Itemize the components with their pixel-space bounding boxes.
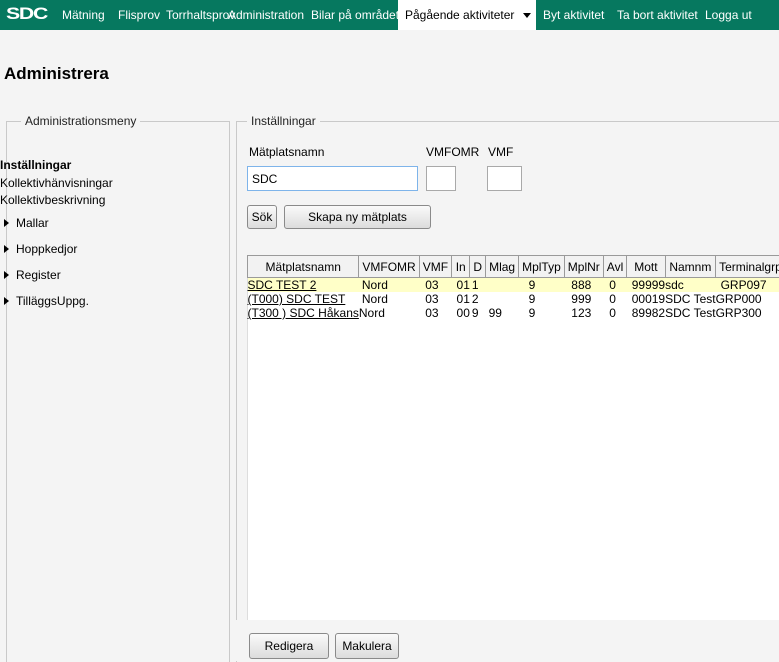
nav-torrhaltsprov[interactable]: Torrhaltsprov (166, 0, 235, 30)
menu-hoppkedjor[interactable]: Hoppkedjor (4, 242, 77, 256)
col-in[interactable]: In (452, 256, 470, 278)
cell-vmf: 03 (419, 306, 451, 320)
matplatsnamn-label: Mätplatsnamn (249, 145, 324, 159)
cell-terminalgrp: GRP097 (716, 278, 779, 293)
nav-bilar-pa-omradet[interactable]: Bilar på området (311, 0, 399, 30)
cell-d: 9 (470, 306, 486, 320)
cell-mplnr: 999 (564, 292, 603, 306)
cell-namnm: SDC Test (665, 306, 715, 320)
menu-hoppkedjor-label: Hoppkedjor (16, 242, 77, 256)
row-matplatsnamn-link[interactable]: (T000) SDC TEST (248, 292, 346, 306)
col-mlag[interactable]: Mlag (486, 256, 519, 278)
col-matplatsnamn[interactable]: Mätplatsnamn (248, 256, 359, 278)
cell-mlag (486, 292, 519, 306)
col-mpltyp[interactable]: MplTyp (519, 256, 565, 278)
cell-mlag (486, 278, 519, 293)
cell-vmf: 03 (419, 278, 451, 293)
col-vmf[interactable]: VMF (419, 256, 451, 278)
cell-mott: 00019 (627, 292, 665, 306)
table-header-row: Mätplatsnamn VMFOMR VMF In D Mlag MplTyp… (248, 256, 779, 278)
cell-in: 01 (452, 278, 470, 293)
cell-mott: 89982 (627, 306, 665, 320)
vmfomr-input[interactable] (426, 166, 456, 191)
admin-menu-legend: Administrationsmeny (21, 114, 140, 128)
cell-d: 1 (470, 278, 486, 293)
table-row[interactable]: SDC TEST 2 Nord 03 01 1 9 888 0 99999 sd… (248, 278, 779, 293)
nav-logga-ut[interactable]: Logga ut (705, 0, 752, 30)
menu-register[interactable]: Register (4, 268, 61, 282)
col-mplnr[interactable]: MplNr (564, 256, 603, 278)
row-matplatsnamn-link[interactable]: (T300 ) SDC Håkans (248, 306, 359, 320)
col-terminalgrp[interactable]: Terminalgrp (716, 256, 779, 278)
nav-active-label: Pågående aktiviteter (405, 0, 514, 30)
chevron-down-icon (523, 13, 531, 18)
results-table: Mätplatsnamn VMFOMR VMF In D Mlag MplTyp… (247, 255, 779, 320)
cell-mott: 99999 (627, 278, 665, 293)
cell-avl: 0 (603, 278, 626, 293)
cell-vmfomr: Nord (359, 292, 419, 306)
cell-namnm: SDC Test (665, 292, 715, 306)
cell-in: 00 (452, 306, 470, 320)
cell-mpltyp: 9 (519, 278, 565, 293)
cell-d: 2 (470, 292, 486, 306)
cell-avl: 0 (603, 292, 626, 306)
menu-kollektivhanvisningar[interactable]: Kollektivhänvisningar (0, 176, 113, 190)
cell-avl: 0 (603, 306, 626, 320)
nav-flisprov[interactable]: Flisprov (118, 0, 160, 30)
settings-legend: Inställningar (247, 114, 320, 128)
nav-byt-aktivitet[interactable]: Byt aktivitet (543, 0, 604, 30)
menu-installningar[interactable]: Inställningar (0, 158, 71, 172)
sdc-logo[interactable]: SDC (6, 4, 47, 24)
cell-terminalgrp: GRP000 (716, 292, 779, 306)
expand-arrow-icon (4, 245, 9, 253)
cell-vmfomr: Nord (359, 306, 419, 320)
cell-mlag: 99 (486, 306, 519, 320)
nav-matning[interactable]: Mätning (62, 0, 105, 30)
nav-ta-bort-aktivitet[interactable]: Ta bort aktivitet (617, 0, 698, 30)
page-title: Administrera (4, 64, 109, 84)
cell-mplnr: 123 (564, 306, 603, 320)
cell-mplnr: 888 (564, 278, 603, 293)
expand-arrow-icon (4, 219, 9, 227)
cell-in: 01 (452, 292, 470, 306)
menu-tillaggsuppg-label: TilläggsUppg. (16, 294, 89, 308)
menu-mallar-label: Mallar (16, 216, 49, 230)
table-row[interactable]: (T000) SDC TEST Nord 03 01 2 9 999 0 000… (248, 292, 779, 306)
col-mott[interactable]: Mott (627, 256, 665, 278)
cell-mpltyp: 9 (519, 306, 565, 320)
vmf-input[interactable] (487, 166, 522, 191)
cancel-button[interactable]: Makulera (335, 633, 399, 659)
menu-kollektivbeskrivning[interactable]: Kollektivbeskrivning (0, 193, 105, 207)
col-vmfomr[interactable]: VMFOMR (359, 256, 419, 278)
col-namnm[interactable]: Namnm (665, 256, 715, 278)
search-button[interactable]: Sök (247, 205, 277, 229)
col-avl[interactable]: Avl (603, 256, 626, 278)
cell-mpltyp: 9 (519, 292, 565, 306)
row-matplatsnamn-link[interactable]: SDC TEST 2 (248, 278, 317, 292)
col-d[interactable]: D (470, 256, 486, 278)
nav-pagaende-aktiviteter-dropdown[interactable]: Pågående aktiviteter (398, 0, 536, 30)
cell-terminalgrp: GRP300 (716, 306, 779, 320)
menu-mallar[interactable]: Mallar (4, 216, 49, 230)
table-row[interactable]: (T300 ) SDC Håkans Nord 03 00 9 99 9 123… (248, 306, 779, 320)
cell-vmf: 03 (419, 292, 451, 306)
edit-button[interactable]: Redigera (249, 633, 329, 659)
cell-namnm: sdc (665, 278, 715, 293)
nav-administration[interactable]: Administration (228, 0, 304, 30)
create-matplats-button[interactable]: Skapa ny mätplats (284, 205, 431, 229)
vmfomr-label: VMFOMR (426, 145, 479, 159)
expand-arrow-icon (4, 297, 9, 305)
menu-register-label: Register (16, 268, 61, 282)
expand-arrow-icon (4, 271, 9, 279)
top-nav: SDC Mätning Flisprov Torrhaltsprov Admin… (0, 0, 779, 30)
cell-vmfomr: Nord (359, 278, 419, 293)
vmf-label: VMF (488, 145, 513, 159)
matplatsnamn-input[interactable] (247, 166, 418, 191)
menu-tillaggsuppg[interactable]: TilläggsUppg. (4, 294, 89, 308)
